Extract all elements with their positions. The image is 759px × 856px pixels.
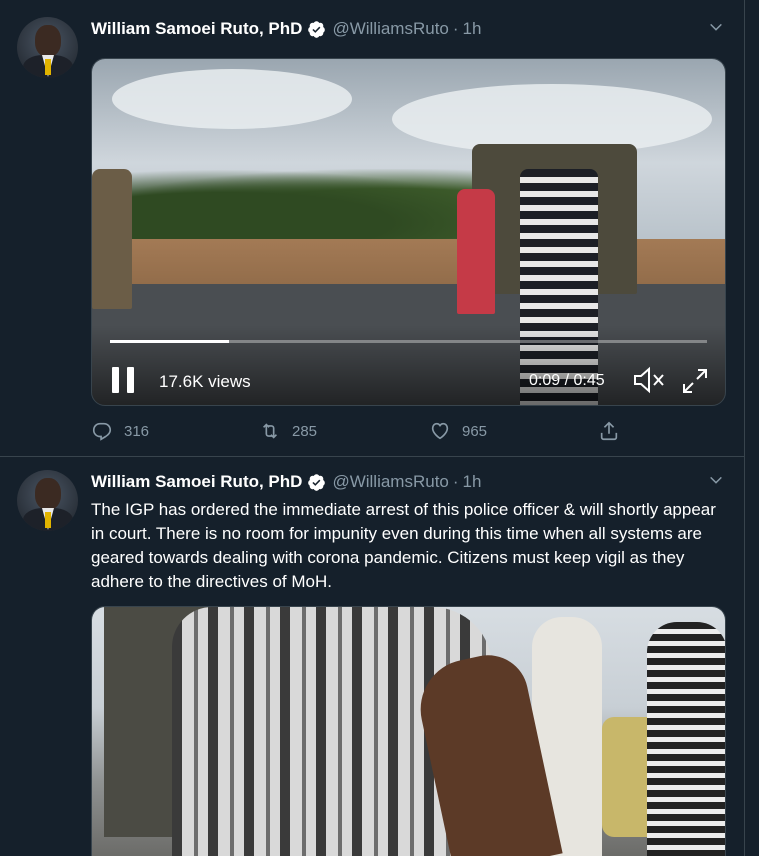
retweet-button[interactable]: 285 bbox=[259, 420, 317, 442]
verified-badge-icon bbox=[308, 20, 326, 38]
like-button[interactable]: 965 bbox=[429, 420, 487, 442]
author-handle[interactable]: @WilliamsRuto bbox=[332, 472, 448, 492]
retweet-icon bbox=[262, 423, 278, 439]
avatar[interactable] bbox=[17, 470, 78, 531]
author-handle[interactable]: @WilliamsRuto bbox=[332, 19, 448, 39]
tweet[interactable]: William Samoei Ruto, PhD @WilliamsRuto ·… bbox=[0, 0, 745, 457]
tweet-text: The IGP has ordered the immediate arrest… bbox=[91, 500, 716, 591]
timeline: William Samoei Ruto, PhD @WilliamsRuto ·… bbox=[0, 0, 745, 856]
tweet-timestamp[interactable]: 1h bbox=[463, 19, 482, 39]
separator-dot: · bbox=[452, 19, 459, 38]
video-player[interactable]: 17.6K views 0:09 / 0:45 bbox=[91, 58, 726, 406]
verified-badge-icon bbox=[308, 473, 326, 491]
chevron-down-icon[interactable] bbox=[708, 19, 724, 35]
video-progress-bar[interactable] bbox=[110, 340, 707, 343]
video-view-count: 17.6K views bbox=[159, 372, 251, 391]
speaker-muted-icon[interactable] bbox=[632, 365, 666, 395]
author-name[interactable]: William Samoei Ruto, PhD bbox=[91, 19, 302, 39]
reply-icon bbox=[92, 422, 112, 441]
heart-icon bbox=[431, 422, 449, 440]
tweet-actions: 316 285 965 bbox=[91, 420, 631, 446]
tweet[interactable]: William Samoei Ruto, PhD @WilliamsRuto ·… bbox=[0, 458, 745, 856]
avatar[interactable] bbox=[17, 17, 78, 78]
chevron-down-icon[interactable] bbox=[708, 472, 724, 488]
video-progress-fill bbox=[110, 340, 230, 343]
share-button[interactable] bbox=[598, 420, 631, 442]
tweet-header: William Samoei Ruto, PhD @WilliamsRuto ·… bbox=[91, 17, 481, 41]
video-time: 0:09 / 0:45 bbox=[529, 372, 605, 389]
pause-icon[interactable] bbox=[112, 367, 134, 395]
reply-button[interactable]: 316 bbox=[91, 420, 149, 442]
video-player[interactable] bbox=[91, 606, 726, 856]
author-name[interactable]: William Samoei Ruto, PhD bbox=[91, 472, 302, 492]
like-count: 965 bbox=[462, 422, 488, 440]
retweet-count: 285 bbox=[292, 422, 318, 440]
separator-dot: · bbox=[452, 472, 459, 491]
fullscreen-icon[interactable] bbox=[680, 366, 710, 396]
share-icon bbox=[600, 421, 618, 441]
tweet-header: William Samoei Ruto, PhD @WilliamsRuto ·… bbox=[91, 470, 481, 494]
scrollbar-track[interactable] bbox=[745, 0, 759, 856]
tweet-timestamp[interactable]: 1h bbox=[463, 472, 482, 492]
reply-count: 316 bbox=[124, 422, 150, 440]
